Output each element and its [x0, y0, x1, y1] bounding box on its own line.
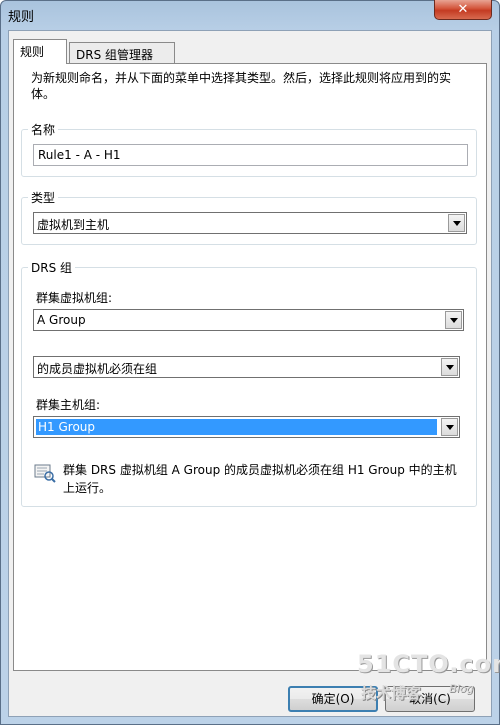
chevron-down-icon[interactable] [441, 418, 458, 436]
info-document-icon [34, 462, 56, 484]
vm-group-value: A Group [37, 313, 86, 327]
ok-button[interactable]: 确定(O) [288, 686, 378, 712]
relation-select[interactable]: 的成员虚拟机必须在组 [33, 356, 460, 378]
title-bar[interactable]: 规则 ✕ [0, 0, 500, 30]
cancel-button-label: 取消(C) [409, 692, 451, 706]
tab-rule[interactable]: 规则 [13, 39, 67, 64]
chevron-down-icon[interactable] [441, 358, 458, 376]
description-text: 为新规则命名，并从下面的菜单中选择其类型。然后，选择此规则将应用到的实体。 [31, 71, 452, 101]
rule-name-field[interactable]: Rule1 - A - H1 [33, 144, 468, 166]
ok-button-label: 确定(O) [311, 692, 355, 706]
vm-group-select[interactable]: A Group [33, 309, 464, 331]
host-group-label: 群集主机组: [36, 398, 101, 412]
chevron-down-icon[interactable] [448, 214, 465, 232]
window-title: 规则 [8, 10, 35, 25]
tab-drs-group-manager-label: DRS 组管理器 [76, 48, 154, 62]
tab-drs-group-manager[interactable]: DRS 组管理器 [69, 42, 175, 64]
host-group-value: H1 Group [36, 419, 437, 435]
close-icon: ✕ [457, 2, 469, 17]
host-group-select[interactable]: H1 Group [33, 416, 460, 438]
chevron-down-icon[interactable] [445, 311, 462, 329]
name-group-legend: 名称 [28, 121, 59, 138]
cancel-button[interactable]: 取消(C) [385, 686, 475, 712]
drs-group-legend: DRS 组 [28, 259, 76, 276]
type-group-legend: 类型 [28, 189, 59, 206]
tab-rule-label: 规则 [20, 45, 45, 59]
rule-summary-text: 群集 DRS 虚拟机组 A Group 的成员虚拟机必须在组 H1 Group … [63, 463, 457, 495]
rule-type-select[interactable]: 虚拟机到主机 [33, 212, 467, 234]
close-button[interactable]: ✕ [434, 0, 492, 20]
vm-group-label: 群集虚拟机组: [36, 291, 113, 305]
rule-type-value: 虚拟机到主机 [37, 218, 110, 232]
relation-value: 的成员虚拟机必须在组 [37, 362, 158, 376]
